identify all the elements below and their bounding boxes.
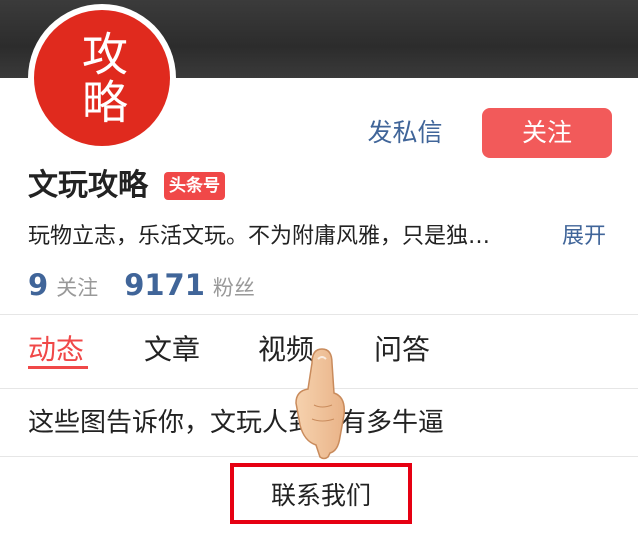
profile-stats: 9 关注 9171 粉丝 xyxy=(28,268,255,308)
contact-us-button[interactable]: 联系我们 xyxy=(230,463,412,524)
feed-divider xyxy=(0,456,638,457)
tab-articles[interactable]: 文章 xyxy=(144,330,200,370)
following-count[interactable]: 9 xyxy=(28,268,48,302)
tab-qa[interactable]: 问答 xyxy=(374,330,430,370)
fans-label[interactable]: 粉丝 xyxy=(213,272,255,302)
feed-headline[interactable]: 这些图告诉你，文玩人到底有多牛逼 xyxy=(28,404,444,442)
profile-name: 文玩攻略 xyxy=(28,168,148,203)
tab-videos[interactable]: 视频 xyxy=(258,330,314,370)
avatar[interactable]: 攻略 xyxy=(34,10,170,146)
tab-dynamic[interactable]: 动态 xyxy=(28,330,84,370)
following-label[interactable]: 关注 xyxy=(56,272,98,302)
expand-bio-link[interactable]: 展开 xyxy=(562,220,606,254)
avatar-logo-text: 攻略 xyxy=(75,30,129,126)
toutiao-badge: 头条号 xyxy=(164,172,225,200)
send-message-button[interactable]: 发私信 xyxy=(360,108,450,158)
stats-divider xyxy=(0,314,638,315)
content-tabs: 动态 文章 视频 问答 xyxy=(0,318,638,386)
tabs-divider xyxy=(0,388,638,389)
active-tab-indicator xyxy=(28,366,88,369)
profile-bio: 玩物立志，乐活文玩。不为附庸风雅，只是独… xyxy=(28,224,491,249)
follow-button[interactable]: 关注 xyxy=(482,108,612,158)
fans-count[interactable]: 9171 xyxy=(124,268,205,302)
contact-us-label: 联系我们 xyxy=(270,480,371,510)
